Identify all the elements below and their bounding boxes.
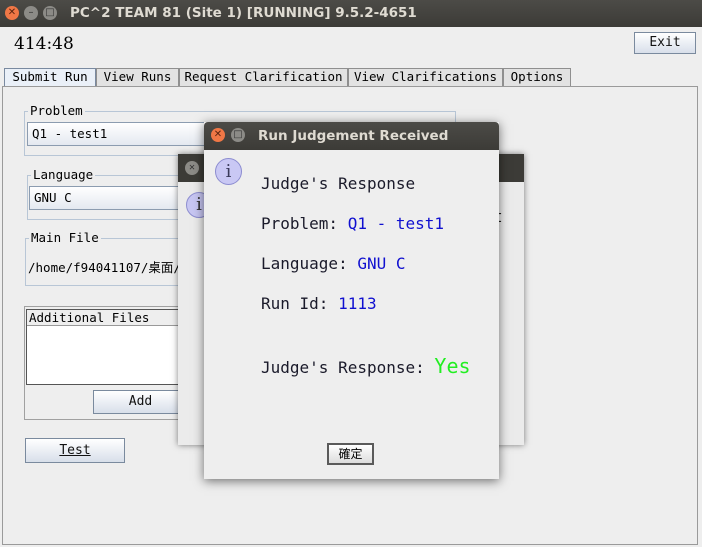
close-icon[interactable]: ✕ bbox=[211, 128, 225, 142]
language-line: Language: GNU C bbox=[261, 254, 406, 273]
main-file-path: /home/f94041107/桌面/G bbox=[28, 260, 180, 275]
verdict-value: Yes bbox=[434, 354, 471, 378]
tab-view-clarifications[interactable]: View Clarifications bbox=[348, 68, 503, 86]
run-id-line: Run Id: 1113 bbox=[261, 294, 377, 313]
main-file-legend: Main File bbox=[29, 230, 101, 245]
language-label: Language: bbox=[261, 254, 348, 273]
problem-combo[interactable]: Q1 - test1 bbox=[27, 122, 207, 146]
tab-submit-run[interactable]: Submit Run bbox=[4, 68, 96, 88]
add-button[interactable]: Add bbox=[93, 390, 188, 414]
window-titlebar[interactable]: ✕ – □ PC^2 TEAM 81 (Site 1) [RUNNING] 9.… bbox=[0, 0, 702, 27]
exit-button[interactable]: Exit bbox=[634, 32, 696, 54]
dialog-title: Run Judgement Received bbox=[258, 128, 449, 144]
ok-button[interactable]: 確定 bbox=[327, 443, 374, 465]
language-legend: Language bbox=[31, 167, 96, 182]
maximize-icon[interactable]: □ bbox=[231, 128, 245, 142]
maximize-icon[interactable]: □ bbox=[43, 6, 57, 20]
info-icon: i bbox=[215, 158, 242, 185]
problem-legend: Problem bbox=[28, 103, 85, 118]
window-title: PC^2 TEAM 81 (Site 1) [RUNNING] 9.5.2-46… bbox=[70, 5, 417, 21]
minimize-icon[interactable]: – bbox=[24, 6, 38, 20]
tab-request-clarification[interactable]: Request Clarification bbox=[179, 68, 348, 86]
problem-line: Problem: Q1 - test1 bbox=[261, 214, 444, 233]
additional-files-header: Additional Files bbox=[27, 310, 185, 326]
run-id-label: Run Id: bbox=[261, 294, 329, 313]
response-line: Judge's Response: Yes bbox=[261, 354, 471, 378]
tab-view-runs[interactable]: View Runs bbox=[96, 68, 179, 86]
run-id-value: 1113 bbox=[338, 294, 377, 313]
tab-options[interactable]: Options bbox=[503, 68, 571, 86]
contest-clock: 414:48 bbox=[14, 34, 74, 54]
language-value: GNU C bbox=[357, 254, 406, 273]
dialog-heading: Judge's Response bbox=[261, 174, 416, 193]
close-icon[interactable]: ✕ bbox=[5, 6, 19, 20]
problem-value: Q1 - test1 bbox=[347, 214, 445, 233]
test-button[interactable]: Test bbox=[25, 438, 125, 463]
language-combo[interactable]: GNU C bbox=[29, 186, 189, 210]
close-icon[interactable]: ✕ bbox=[185, 161, 199, 175]
response-label: Judge's Response: bbox=[261, 358, 425, 377]
problem-label: Problem: bbox=[261, 214, 339, 233]
